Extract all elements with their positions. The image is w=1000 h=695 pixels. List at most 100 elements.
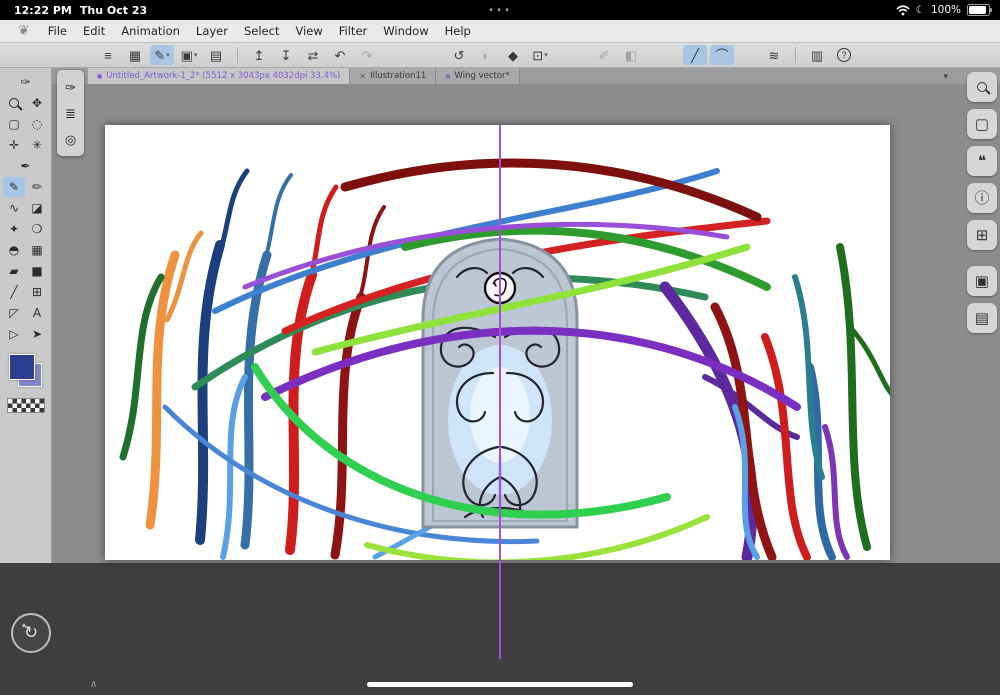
layers-button[interactable]: ▤ [967,303,997,333]
export-icon: ↥ [253,47,265,63]
tool-row: ╱ ⊞ [3,282,48,302]
tab-label: Illustration11 [370,71,427,81]
paint-tool[interactable]: ✦ [3,219,25,239]
color-swatches [8,354,43,388]
blend-mode-icon: ◆ [508,47,518,63]
blend-tool[interactable]: ❍ [26,219,48,239]
menu-window[interactable]: Window [375,21,436,42]
rotate-canvas-button[interactable]: ↺ [447,45,471,65]
eyedropper-tool[interactable]: ✒ [15,156,37,176]
polygon-tool-icon: ▷ [9,327,19,341]
line-mode-button[interactable]: ╱ [683,45,707,65]
menu-edit[interactable]: Edit [75,21,113,42]
menu-filter[interactable]: Filter [331,21,375,42]
move-tool-icon: ✛ [8,138,20,152]
help-button[interactable]: ? [832,45,856,65]
tab-overflow-button[interactable]: ▾ [937,68,954,84]
selection-pen-button[interactable]: ✐ [592,45,616,65]
transform-icon: ▣ [180,47,193,63]
opacity-button[interactable]: ◐ [474,45,498,65]
menu-layer[interactable]: Layer [188,21,236,42]
toolbar-divider [237,47,238,63]
tool-row: ✦ ❍ [3,219,48,239]
flip-canvas-button[interactable]: ⇄ [301,45,325,65]
home-indicator[interactable] [367,682,633,687]
app-logo-icon[interactable]: ❦ [18,23,30,39]
vector-tool[interactable]: ∿ [3,198,25,218]
tab-label: Untitled_Artwork-1_2* (5512 x 3043px 403… [106,71,341,81]
chevron-down-icon: ▾ [166,52,170,59]
menu-file[interactable]: File [40,21,75,42]
search-button[interactable] [967,72,997,102]
redo-button[interactable]: ↷ [355,45,379,65]
object-tool[interactable]: ➤ [26,324,48,344]
move-tool[interactable]: ✛ [3,135,25,155]
primary-color-swatch[interactable] [8,354,35,380]
multitask-dots[interactable]: ••• [0,5,1000,16]
transparent-color-swatch[interactable] [6,398,45,413]
close-icon[interactable]: ✕ [359,72,366,81]
export-button[interactable]: ↥ [247,45,271,65]
sub-tool-button[interactable]: ✑ [61,77,81,97]
eraser-block-tool[interactable]: ▰ [3,261,25,281]
lasso-tool[interactable]: ◌ [26,114,48,134]
document-tab-bar: ● Untitled_Artwork-1_2* (5512 x 3043px 4… [52,68,1000,84]
import-button[interactable]: ↧ [274,45,298,65]
vertical-guide-line[interactable] [499,125,501,659]
tab-wing-vector[interactable]: ● Wing vector* [436,68,520,84]
canvas[interactable] [105,125,890,560]
tool-property-button[interactable]: ≣ [61,103,81,123]
tab-untitled-artwork[interactable]: ● Untitled_Artwork-1_2* (5512 x 3043px 4… [88,68,351,84]
information-button[interactable]: ⓘ [967,183,997,213]
menu-bar: ❦ File Edit Animation Layer Select View … [0,20,1000,43]
crop-button[interactable]: ⊡ ▾ [528,45,552,65]
marquee-tool[interactable]: ▢ [3,114,25,134]
blend-tool-icon: ❍ [31,222,43,236]
blend-mode-button[interactable]: ◆ [501,45,525,65]
pencil-tool[interactable]: ✎ [3,177,25,197]
main-menu-button[interactable]: ≡ [96,45,120,65]
grid-tool[interactable]: ⊞ [26,282,48,302]
pen-tool[interactable]: ✏ [26,177,48,197]
crop-icon: ⊡ [532,47,544,63]
display-button[interactable]: ▢ [967,109,997,139]
tab-illustration11[interactable]: ✕ Illustration11 [350,68,437,84]
snap-tool[interactable]: ✳ [26,135,48,155]
panel-dock: ▢ ❝ ⓘ ⊞ ▣ ▤ [967,72,997,333]
brush-tool[interactable]: ✑ [15,72,37,92]
eraser-tool[interactable]: ◪ [26,198,48,218]
layer-panel-button[interactable]: ▤ [204,45,228,65]
subview-button[interactable]: ▣ [967,266,997,296]
sub-tool-icon: ✑ [65,79,76,95]
toolbar-divider [795,47,796,63]
select-overlay-button[interactable]: ▦ [123,45,147,65]
hand-tool[interactable]: ✥ [26,93,48,113]
pattern-tool[interactable]: ▦ [26,240,48,260]
notebook-button[interactable]: ▥ [805,45,829,65]
curve-mode-button[interactable]: ⌒ [710,45,734,65]
polygon-tool[interactable]: ▷ [3,324,25,344]
line-figure-tool[interactable]: ╱ [3,282,25,302]
vector-tool-icon: ∿ [8,201,20,215]
polyline-tool[interactable]: ◸ [3,303,25,323]
expand-chevron-icon[interactable]: ∧ [90,679,97,690]
menu-animation[interactable]: Animation [113,21,188,42]
text-tool[interactable]: A [26,303,48,323]
canvas-rotate-reset-button[interactable]: ✦ ↻ [11,613,51,653]
stroke-width-button[interactable]: ≋ [762,45,786,65]
brush-size-button[interactable]: ◎ [61,129,81,149]
window-grid-button[interactable]: ⊞ [967,220,997,250]
transform-button[interactable]: ▣ ▾ [177,45,201,65]
sub-tool-panel: ✑ ≣ ◎ [57,70,84,156]
menu-view[interactable]: View [287,21,330,42]
menu-select[interactable]: Select [236,21,287,42]
solid-tool[interactable]: ■ [26,261,48,281]
fill-tool[interactable]: ◓ [3,240,25,260]
undo-button[interactable]: ↶ [328,45,352,65]
gradient-button[interactable]: ◧ [619,45,643,65]
quick-access-button[interactable]: ❝ [967,146,997,176]
menu-help[interactable]: Help [437,21,479,42]
edit-mode-button[interactable]: ✎ ▾ [150,45,174,65]
layer-panel-icon: ▤ [209,47,223,63]
zoom-tool[interactable] [3,93,25,113]
